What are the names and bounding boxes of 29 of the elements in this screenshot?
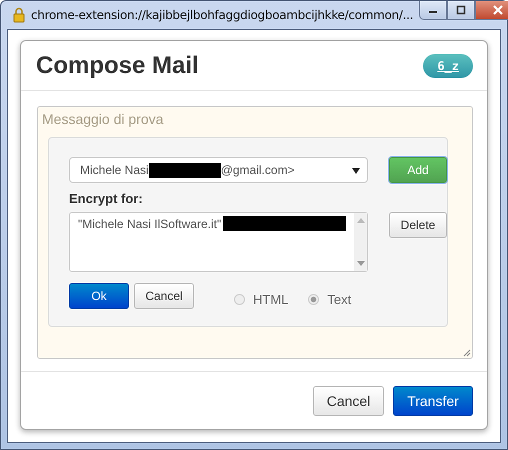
dialog-title: Compose Mail: [36, 52, 199, 80]
scroll-down-icon[interactable]: [356, 261, 365, 266]
window-title: chrome-extension://kajibbejlbohfaggdiogboambcijhkke/common/...: [31, 8, 414, 22]
radio-button[interactable]: [234, 294, 245, 304]
badge: 6_z: [423, 54, 473, 78]
radio-label[interactable]: HTML: [253, 292, 288, 306]
ok-button[interactable]: Ok: [69, 283, 129, 309]
message-field[interactable]: Messaggio di prova Michele Nasi @gmail.com> Add Encrypt for: "Michele Nasi IlSoftware.it" Delete Ok Cancel HTML Text: [37, 106, 473, 359]
lock-icon: [13, 7, 25, 23]
recipient-select[interactable]: Michele Nasi @gmail.com>: [69, 157, 368, 183]
transfer-button[interactable]: Transfer: [393, 386, 473, 416]
maximize-icon: [456, 5, 466, 15]
resize-grip-icon[interactable]: [463, 349, 471, 357]
minimize-button[interactable]: [419, 1, 448, 20]
cancel-button[interactable]: Cancel: [134, 283, 194, 309]
radio-button[interactable]: [308, 294, 320, 304]
encrypt-for-label: Encrypt for:: [69, 191, 144, 206]
recipient-list[interactable]: "Michele Nasi IlSoftware.it": [69, 212, 368, 272]
recipient-item[interactable]: "Michele Nasi IlSoftware.it": [78, 216, 222, 230]
maximize-button[interactable]: [447, 1, 476, 20]
scroll-up-icon[interactable]: [356, 218, 365, 223]
message-text: Messaggio di prova: [42, 111, 164, 127]
radio-label[interactable]: Text: [327, 292, 352, 306]
close-button[interactable]: [475, 1, 508, 20]
caret-icon: [352, 168, 360, 174]
scrollbar[interactable]: [354, 213, 367, 271]
cancel-button[interactable]: Cancel: [313, 386, 384, 416]
delete-button[interactable]: Delete: [389, 212, 447, 238]
close-icon: [492, 5, 504, 15]
